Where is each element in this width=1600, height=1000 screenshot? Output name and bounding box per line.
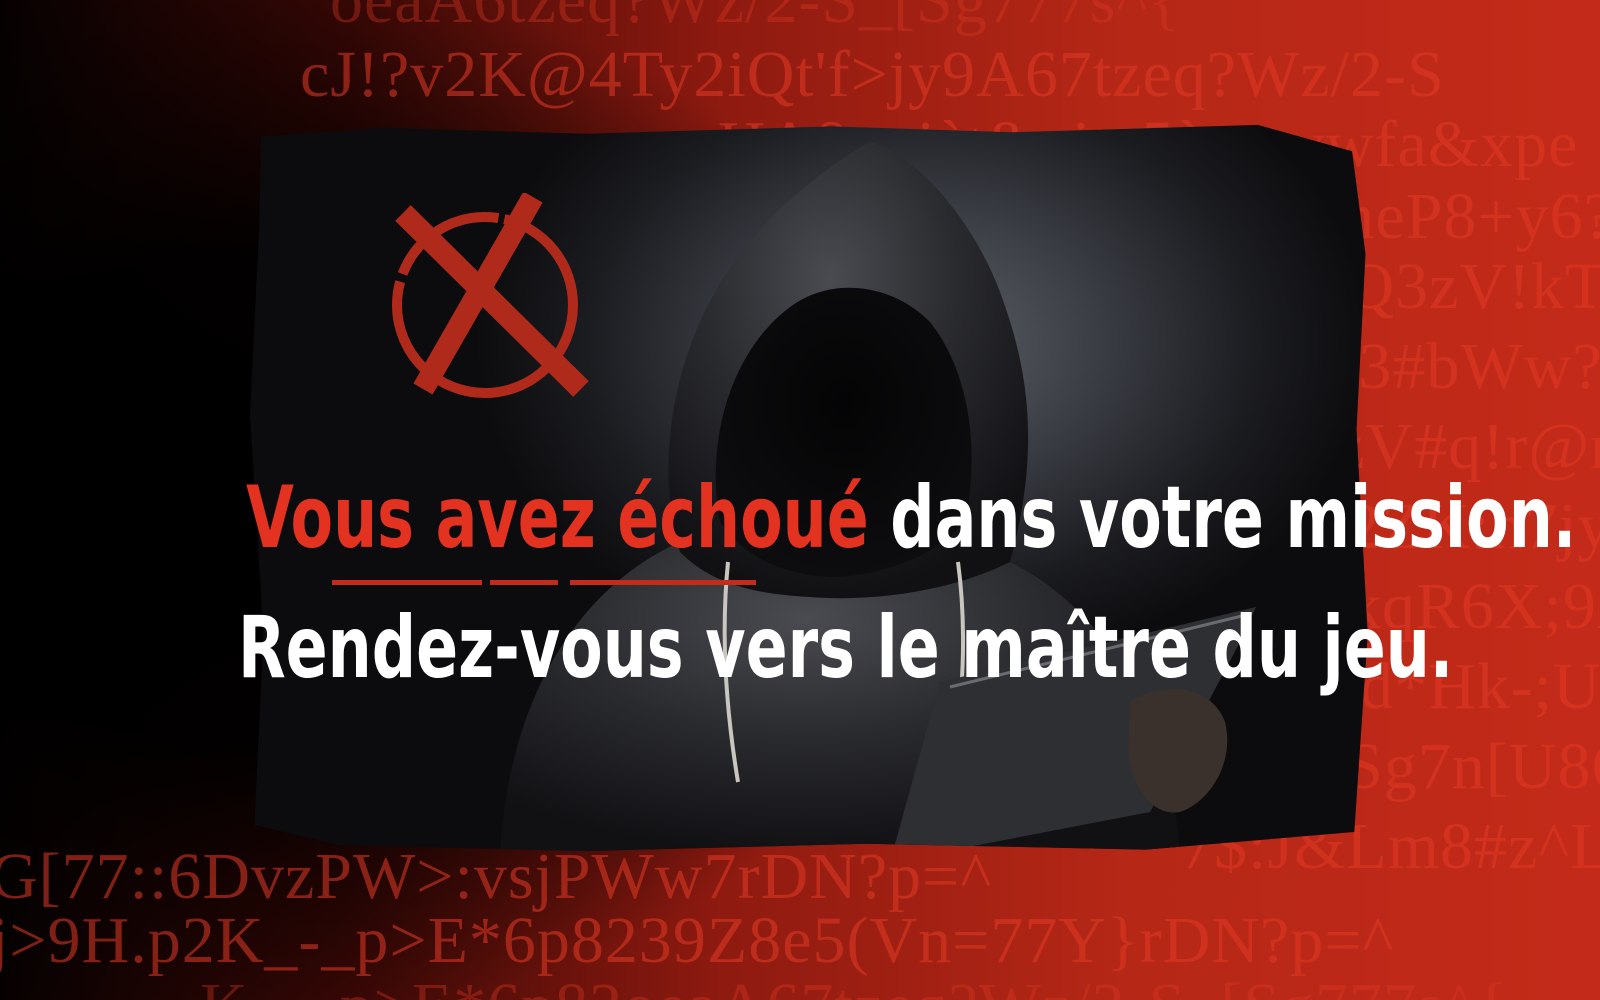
failure-rest-text: dans votre mission. xyxy=(890,468,1577,568)
code-line: cJ!?v2K@4Ty2iQt'f>jy9A67tzeq?Wz/2-S xyxy=(300,38,1445,111)
highlight-underline xyxy=(570,580,756,585)
code-line: K_-_p>E*6p82oeaA67tzeq?Wz/2-S_[Sg777s^{ xyxy=(200,966,1508,1000)
highlight-underline xyxy=(332,580,482,585)
failure-highlight-text: Vous avez échoué xyxy=(246,468,869,568)
game-master-instruction: Rendez-vous vers le maître du jeu. xyxy=(238,598,1454,698)
highlight-underline xyxy=(490,580,558,585)
failure-message-line1: Vous avez échoué dans votre mission. xyxy=(246,468,1576,568)
crossed-circle-icon xyxy=(392,193,589,398)
